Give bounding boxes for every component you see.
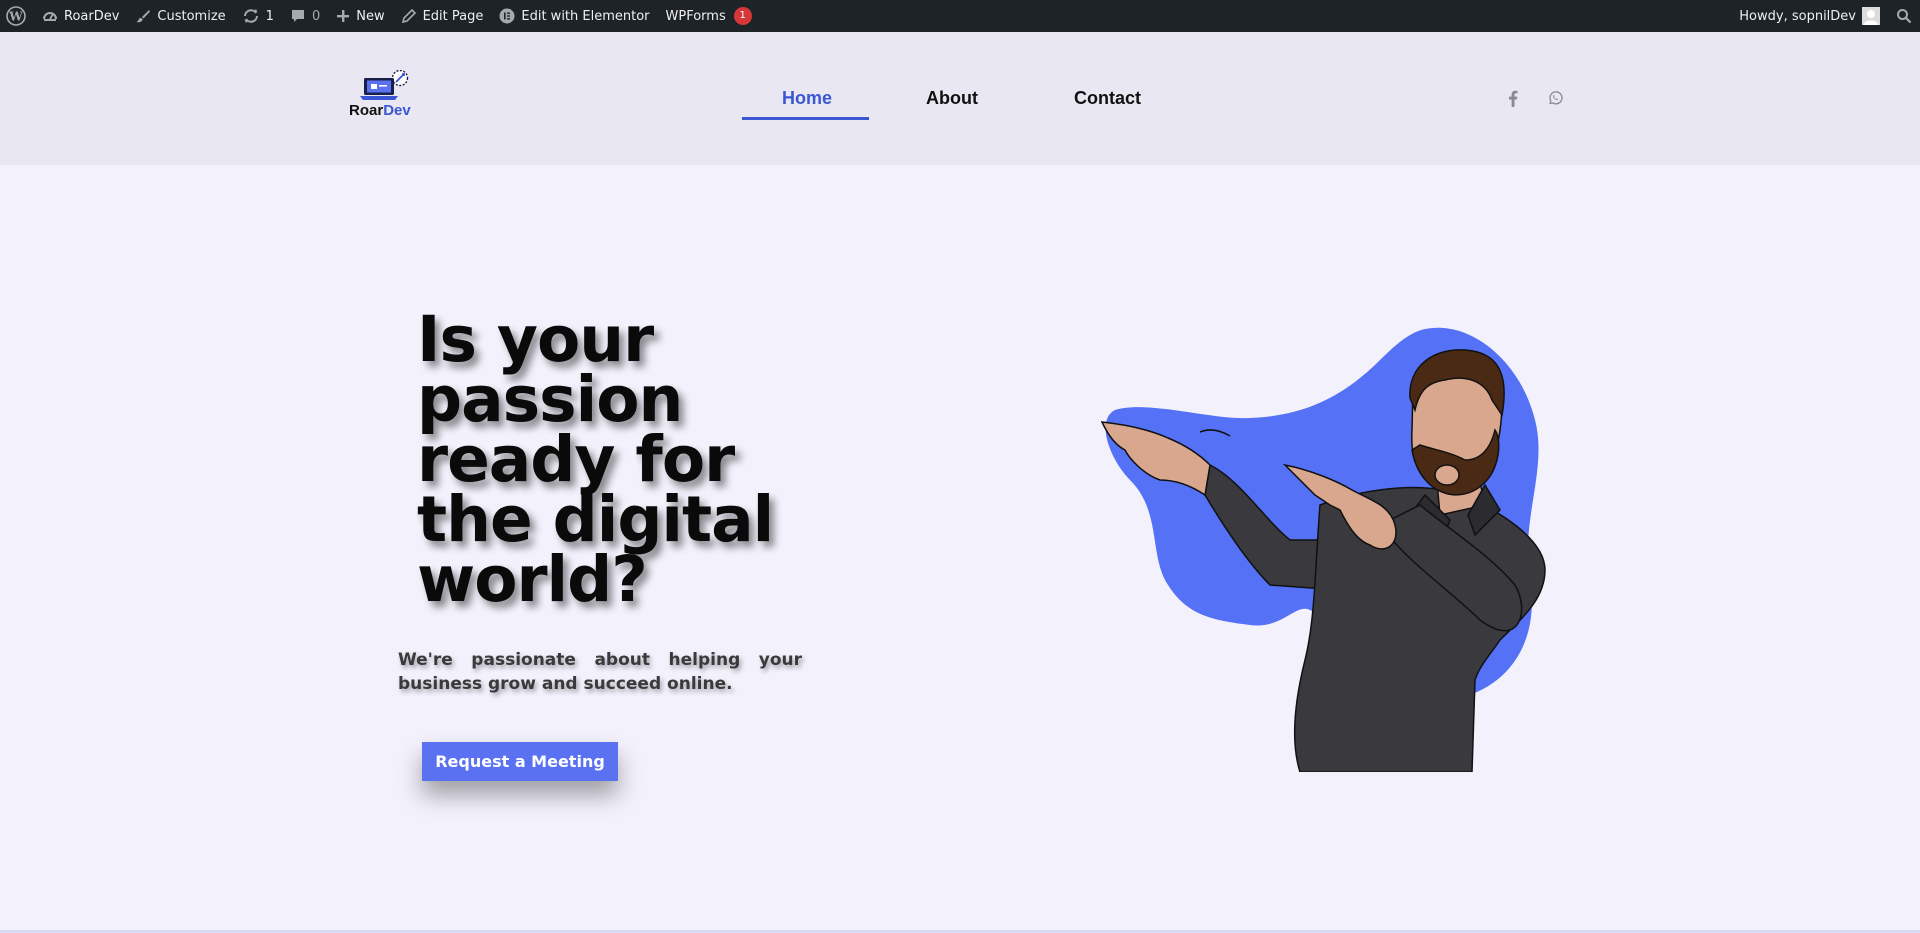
new-content-menu[interactable]: New bbox=[328, 0, 392, 32]
plus-icon bbox=[336, 9, 350, 23]
edit-page-link[interactable]: Edit Page bbox=[393, 0, 492, 32]
updates-icon bbox=[242, 8, 260, 24]
howdy-label: Howdy, sopnilDev bbox=[1739, 8, 1856, 24]
edit-elementor-label: Edit with Elementor bbox=[521, 8, 650, 24]
site-name-label: RoarDev bbox=[64, 8, 120, 24]
edit-elementor-link[interactable]: Edit with Elementor bbox=[491, 0, 657, 32]
dashboard-icon bbox=[42, 8, 58, 24]
wordpress-logo-button[interactable]: W bbox=[0, 0, 34, 32]
logo-text: RoarDev bbox=[349, 102, 411, 119]
hero-subtitle: We're passionate about helping your busi… bbox=[398, 650, 802, 694]
laptop-rocket-icon bbox=[360, 70, 409, 100]
search-icon bbox=[1896, 8, 1912, 24]
paintbrush-icon bbox=[135, 8, 151, 24]
wpforms-label: WPForms bbox=[665, 8, 726, 24]
admin-bar: W RoarDev Customize 1 0 New Edit Page Ed… bbox=[0, 0, 1920, 32]
facebook-icon bbox=[1509, 90, 1518, 107]
wpforms-menu[interactable]: WPForms 1 bbox=[658, 0, 760, 32]
nav-contact[interactable]: Contact bbox=[1074, 88, 1141, 109]
customize-menu[interactable]: Customize bbox=[127, 0, 233, 32]
avatar bbox=[1862, 7, 1880, 25]
hero-illustration bbox=[1100, 327, 1546, 772]
nav-home[interactable]: Home bbox=[782, 88, 832, 109]
wpforms-notification-badge: 1 bbox=[733, 7, 752, 25]
comment-icon bbox=[290, 8, 306, 24]
hero-title: Is your passion ready for the digital wo… bbox=[417, 303, 774, 616]
site-name-menu[interactable]: RoarDev bbox=[34, 0, 127, 32]
comments-menu[interactable]: 0 bbox=[282, 0, 328, 32]
customize-label: Customize bbox=[157, 8, 226, 24]
whatsapp-icon bbox=[1549, 91, 1563, 105]
facebook-link[interactable] bbox=[1503, 88, 1523, 108]
nav-active-underline bbox=[742, 117, 869, 120]
whatsapp-link[interactable] bbox=[1545, 88, 1565, 108]
comments-count: 0 bbox=[311, 8, 321, 24]
nav-about[interactable]: About bbox=[926, 88, 978, 109]
site-logo[interactable]: RoarDev bbox=[346, 70, 420, 122]
wordpress-icon: W bbox=[6, 6, 26, 26]
updates-count: 1 bbox=[265, 8, 274, 24]
edit-page-label: Edit Page bbox=[422, 8, 484, 24]
updates-menu[interactable]: 1 bbox=[234, 0, 282, 32]
svg-text:W: W bbox=[8, 10, 23, 24]
new-label: New bbox=[356, 8, 385, 24]
request-meeting-button[interactable]: Request a Meeting bbox=[422, 742, 618, 781]
elementor-icon bbox=[499, 8, 515, 24]
search-button[interactable] bbox=[1888, 0, 1920, 32]
pencil-icon bbox=[401, 8, 417, 24]
site-header: RoarDev Home About Contact bbox=[0, 32, 1920, 165]
account-menu[interactable]: Howdy, sopnilDev bbox=[1731, 0, 1888, 32]
